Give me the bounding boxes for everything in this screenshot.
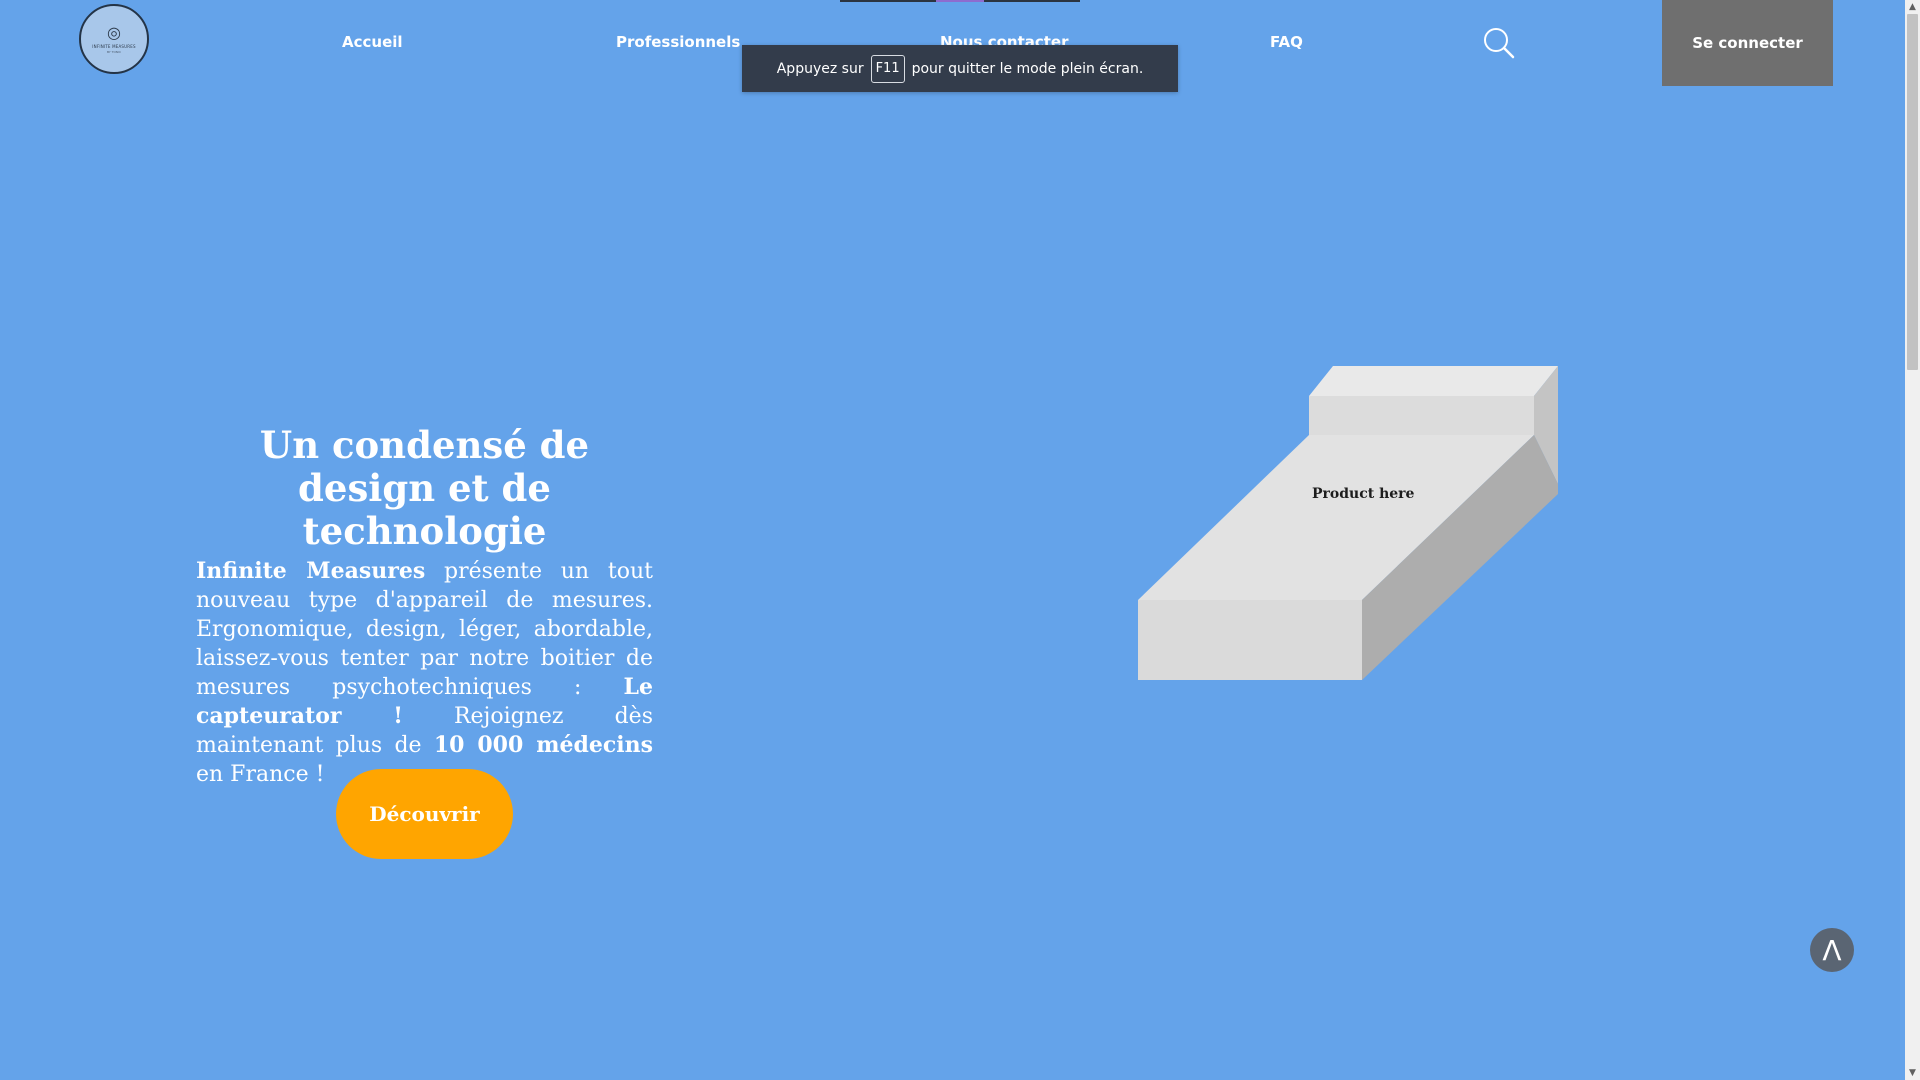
scroll-down-arrow-icon[interactable]: ▼ bbox=[1905, 1066, 1920, 1080]
search-button[interactable] bbox=[1482, 26, 1516, 60]
brand-name: Infinite Measures bbox=[196, 558, 426, 584]
logo-subtext: BY TONIC bbox=[106, 50, 122, 54]
fullscreen-notice-suffix: pour quitter le mode plein écran. bbox=[911, 60, 1144, 77]
scrollbar-thumb[interactable] bbox=[1907, 14, 1918, 370]
hero-title: Un condensé de design et de technologie bbox=[259, 423, 590, 553]
scroll-up-arrow-icon[interactable]: ▲ bbox=[1905, 0, 1920, 14]
nav-faq[interactable]: FAQ bbox=[1270, 33, 1303, 51]
site-logo[interactable]: ◎ INFINITE MEASURES BY TONIC bbox=[79, 4, 149, 74]
fullscreen-notice-prefix: Appuyez sur bbox=[776, 60, 864, 77]
product-illustration bbox=[1138, 366, 1558, 680]
discover-button[interactable]: Découvrir bbox=[336, 769, 513, 859]
nav-professionnels[interactable]: Professionnels bbox=[616, 33, 740, 51]
chevron-up-icon: Λ bbox=[1822, 933, 1842, 967]
f11-key: F11 bbox=[870, 54, 905, 83]
hero-section: Un condensé de design et de technologie … bbox=[196, 424, 653, 789]
logo-text: INFINITE MEASURES bbox=[92, 44, 136, 49]
hero-description: Infinite Measures présente un tout nouve… bbox=[196, 557, 653, 789]
login-button[interactable]: Se connecter bbox=[1662, 0, 1833, 86]
doctor-count: 10 000 médecins bbox=[433, 732, 653, 758]
fullscreen-notice: Appuyez sur F11 pour quitter le mode ple… bbox=[742, 45, 1178, 92]
search-icon bbox=[1484, 28, 1515, 59]
back-to-top-button[interactable]: Λ bbox=[1810, 928, 1854, 972]
browser-tab-accent bbox=[936, 0, 984, 2]
gauge-icon: ◎ bbox=[107, 23, 121, 42]
nav-accueil[interactable]: Accueil bbox=[342, 33, 403, 51]
product-label: Product here bbox=[1312, 486, 1415, 502]
hero-text-part-3: en France ! bbox=[196, 762, 325, 787]
page: ◎ INFINITE MEASURES BY TONIC Accueil Pro… bbox=[0, 0, 1905, 1080]
